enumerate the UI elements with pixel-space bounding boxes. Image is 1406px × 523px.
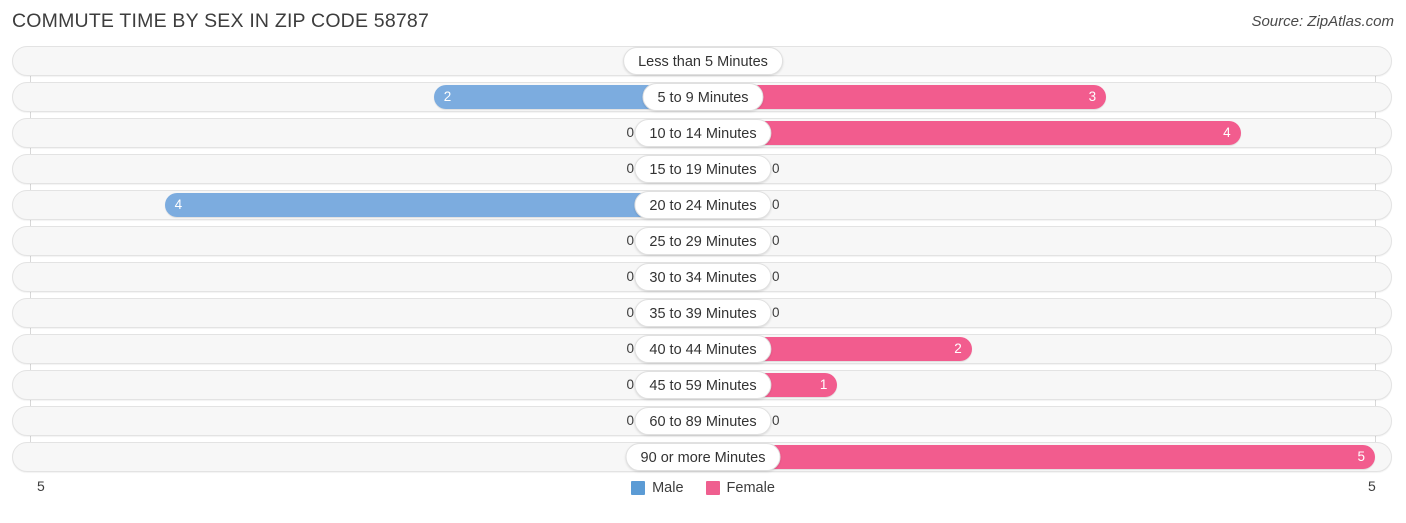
table-row: 0 0 15 to 19 Minutes xyxy=(0,154,1406,184)
bar-value-female: 3 xyxy=(1088,89,1097,104)
bar-value-male: 0 xyxy=(626,161,634,176)
bar-value-male: 0 xyxy=(626,413,634,428)
bar-value-male: 2 xyxy=(443,89,452,104)
chart-plot-area: 00Less than 5 Minutes235 to 9 Minutes041… xyxy=(0,46,1406,478)
table-row: 0 4 10 to 14 Minutes xyxy=(0,118,1406,148)
legend-swatch-male-icon xyxy=(631,481,646,495)
bar-rows-container: 00Less than 5 Minutes235 to 9 Minutes041… xyxy=(0,46,1406,478)
category-label: 90 or more Minutes xyxy=(625,443,781,471)
bar-value-female: 0 xyxy=(772,413,780,428)
table-row: 2 3 5 to 9 Minutes xyxy=(0,82,1406,112)
bar-value-male: 0 xyxy=(626,125,634,140)
category-label: Less than 5 Minutes xyxy=(623,47,783,75)
table-row: 00Less than 5 Minutes xyxy=(0,46,1406,76)
table-row: 0 2 40 to 44 Minutes xyxy=(0,334,1406,364)
bar-value-female: 0 xyxy=(772,269,780,284)
bar-value-male: 0 xyxy=(626,269,634,284)
legend-item-female[interactable]: Female xyxy=(705,480,775,496)
bar-value-male: 0 xyxy=(626,377,634,392)
bar-value-male: 0 xyxy=(626,341,634,356)
chart-footer: 5 5 Male Female xyxy=(0,478,1406,523)
bar-value-female: 4 xyxy=(1223,125,1231,140)
chart-header: COMMUTE TIME BY SEX IN ZIP CODE 58787 So… xyxy=(0,0,1406,46)
table-row: 0 0 25 to 29 Minutes xyxy=(0,226,1406,256)
bar-value-female: 0 xyxy=(772,161,780,176)
legend-swatch-female-icon xyxy=(705,481,720,495)
bar-male[interactable]: 4 xyxy=(164,193,703,217)
bar-value-male: 4 xyxy=(174,197,183,212)
legend-item-male[interactable]: Male xyxy=(631,480,684,496)
bar-value-male: 0 xyxy=(626,305,634,320)
category-label: 25 to 29 Minutes xyxy=(634,227,772,255)
legend-label-female: Female xyxy=(726,480,775,496)
table-row: 0 1 45 to 59 Minutes xyxy=(0,370,1406,400)
bar-value-male: 0 xyxy=(626,233,634,248)
category-label: 20 to 24 Minutes xyxy=(634,191,772,219)
bar-value-female: 0 xyxy=(772,233,780,248)
category-label: 10 to 14 Minutes xyxy=(634,119,772,147)
bar-value-female: 5 xyxy=(1357,449,1365,464)
bar-value-female: 0 xyxy=(772,305,780,320)
category-label: 40 to 44 Minutes xyxy=(634,335,772,363)
table-row: 0 0 60 to 89 Minutes xyxy=(0,406,1406,436)
table-row: 0 0 35 to 39 Minutes xyxy=(0,298,1406,328)
page-title: COMMUTE TIME BY SEX IN ZIP CODE 58787 xyxy=(12,10,430,32)
category-label: 35 to 39 Minutes xyxy=(634,299,772,327)
bar-value-female: 0 xyxy=(772,197,780,212)
category-label: 30 to 34 Minutes xyxy=(634,263,772,291)
category-label: 5 to 9 Minutes xyxy=(642,83,764,111)
bar-female[interactable]: 4 xyxy=(703,121,1241,145)
category-label: 60 to 89 Minutes xyxy=(634,407,772,435)
bar-value-female: 1 xyxy=(819,377,828,392)
source-attribution: Source: ZipAtlas.com xyxy=(1251,13,1394,30)
table-row: 0590 or more Minutes xyxy=(0,442,1406,472)
chart-legend: Male Female xyxy=(0,480,1406,496)
category-label: 15 to 19 Minutes xyxy=(634,155,772,183)
bar-female[interactable]: 5 xyxy=(703,445,1375,469)
bar-value-female: 2 xyxy=(954,341,962,356)
category-label: 45 to 59 Minutes xyxy=(634,371,772,399)
table-row: 4 0 20 to 24 Minutes xyxy=(0,190,1406,220)
table-row: 0 0 30 to 34 Minutes xyxy=(0,262,1406,292)
legend-label-male: Male xyxy=(652,480,684,496)
